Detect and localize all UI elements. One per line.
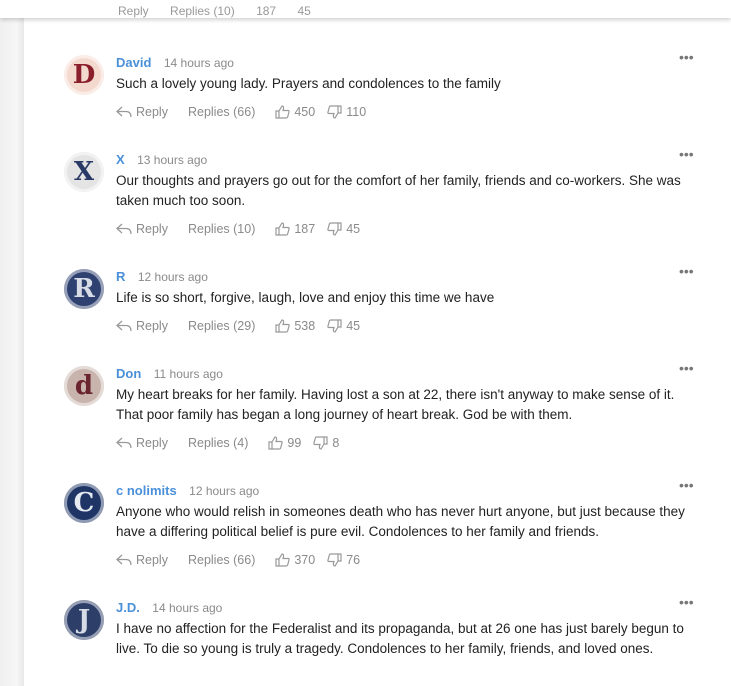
comment-author[interactable]: c nolimits xyxy=(116,483,177,498)
thumbs-up-icon xyxy=(275,222,291,236)
more-options-icon[interactable]: ••• xyxy=(679,146,694,162)
replies-link[interactable]: Replies (66) xyxy=(188,553,255,567)
reply-icon xyxy=(116,554,132,566)
downvote-button[interactable]: 76 xyxy=(327,553,360,567)
thumbs-up-icon xyxy=(268,436,284,450)
comment-text: Life is so short, forgive, laugh, love a… xyxy=(116,290,495,305)
comment-text: Anyone who would relish in someones deat… xyxy=(116,504,685,539)
upvote-count: 187 xyxy=(294,222,316,236)
downvote-count: 76 xyxy=(346,553,361,567)
downvote-button[interactable]: 110 xyxy=(327,105,366,119)
more-options-icon[interactable]: ••• xyxy=(679,477,694,493)
avatar[interactable]: R xyxy=(64,269,104,309)
comment-author[interactable]: Don xyxy=(116,366,141,381)
reply-icon xyxy=(116,320,132,332)
reply-link[interactable]: Reply xyxy=(118,4,149,18)
reply-icon xyxy=(116,437,132,449)
upvote-button[interactable]: 370 xyxy=(275,553,315,567)
comment-author[interactable]: R xyxy=(116,269,125,284)
avatar[interactable]: d xyxy=(64,366,104,406)
replies-link[interactable]: Replies (10) xyxy=(188,222,255,236)
reply-icon xyxy=(116,223,132,235)
comment-timestamp: 13 hours ago xyxy=(137,153,208,167)
reply-button[interactable]: Reply xyxy=(116,319,168,333)
previous-comment-actions: Reply Replies (10) 187 45 xyxy=(118,4,329,18)
upvote-button[interactable]: 538 xyxy=(275,319,315,333)
downvote-button[interactable]: 45 xyxy=(327,222,360,236)
thumbs-up-icon xyxy=(275,319,291,333)
upvote-button[interactable]: 450 xyxy=(275,105,315,119)
comment-timestamp: 11 hours ago xyxy=(153,367,223,381)
comment-actions: Reply Replies (66) 370 76 xyxy=(116,553,360,567)
thumbs-up-icon xyxy=(275,553,291,567)
comment-author[interactable]: J.D. xyxy=(116,600,140,615)
comment-text: I have no affection for the Federalist a… xyxy=(116,621,684,656)
reply-label: Reply xyxy=(136,553,168,567)
more-options-icon[interactable]: ••• xyxy=(679,360,694,376)
downvote-count: 8 xyxy=(332,436,340,450)
reply-label: Reply xyxy=(136,222,168,236)
downvote-count: 45 xyxy=(346,319,361,333)
upvote-button[interactable]: 99 xyxy=(268,436,301,450)
more-options-icon[interactable]: ••• xyxy=(679,263,694,279)
reply-button[interactable]: Reply xyxy=(116,222,168,236)
comment-timestamp: 14 hours ago xyxy=(152,601,223,615)
upvote-count: 450 xyxy=(294,105,316,119)
replies-link[interactable]: Replies (66) xyxy=(188,105,255,119)
sticky-header-bar: Reply Replies (10) 187 45 xyxy=(0,0,731,18)
comment-timestamp: 14 hours ago xyxy=(163,56,234,70)
upvote-count[interactable]: 187 xyxy=(256,4,276,18)
page-gutter xyxy=(0,0,24,686)
replies-link[interactable]: Replies (4) xyxy=(188,436,248,450)
reply-button[interactable]: Reply xyxy=(116,553,168,567)
replies-link[interactable]: Replies (10) xyxy=(170,4,235,18)
downvote-button[interactable]: 45 xyxy=(327,319,360,333)
comment-author[interactable]: X xyxy=(116,152,125,167)
avatar[interactable]: C xyxy=(64,483,104,523)
more-options-icon[interactable]: ••• xyxy=(679,49,694,65)
reply-icon xyxy=(116,106,132,118)
comment-author[interactable]: David xyxy=(116,55,151,70)
replies-link[interactable]: Replies (29) xyxy=(188,319,255,333)
comment-timestamp: 12 hours ago xyxy=(137,270,208,284)
thumbs-down-icon xyxy=(327,105,342,119)
downvote-count: 110 xyxy=(346,105,367,119)
upvote-count: 99 xyxy=(287,436,302,450)
comment-text: My heart breaks for her family. Having l… xyxy=(116,387,675,422)
downvote-button[interactable]: 8 xyxy=(313,436,339,450)
comment-actions: Reply Replies (4) 99 8 xyxy=(116,436,339,450)
reply-label: Reply xyxy=(136,105,168,119)
reply-button[interactable]: Reply xyxy=(116,105,168,119)
comment-actions: Reply Replies (29) 538 45 xyxy=(116,319,360,333)
comment-text: Our thoughts and prayers go out for the … xyxy=(116,173,681,208)
comment-actions: Reply Replies (10) 187 45 xyxy=(116,222,360,236)
more-options-icon[interactable]: ••• xyxy=(679,594,694,610)
upvote-button[interactable]: 187 xyxy=(275,222,315,236)
thumbs-down-icon xyxy=(327,319,342,333)
downvote-count[interactable]: 45 xyxy=(297,4,310,18)
thumbs-down-icon xyxy=(327,222,342,236)
avatar[interactable]: D xyxy=(64,55,104,95)
thumbs-down-icon xyxy=(327,553,342,567)
comment-timestamp: 12 hours ago xyxy=(189,484,260,498)
comment-text: Such a lovely young lady. Prayers and co… xyxy=(116,76,501,91)
avatar[interactable]: J xyxy=(64,600,104,640)
downvote-count: 45 xyxy=(346,222,361,236)
comment-actions: Reply Replies (66) 450 110 xyxy=(116,105,366,119)
reply-button[interactable]: Reply xyxy=(116,436,168,450)
reply-label: Reply xyxy=(136,319,168,333)
thumbs-up-icon xyxy=(275,105,291,119)
upvote-count: 370 xyxy=(294,553,316,567)
reply-label: Reply xyxy=(136,436,168,450)
thumbs-down-icon xyxy=(313,436,328,450)
avatar[interactable]: X xyxy=(64,152,104,192)
upvote-count: 538 xyxy=(294,319,316,333)
